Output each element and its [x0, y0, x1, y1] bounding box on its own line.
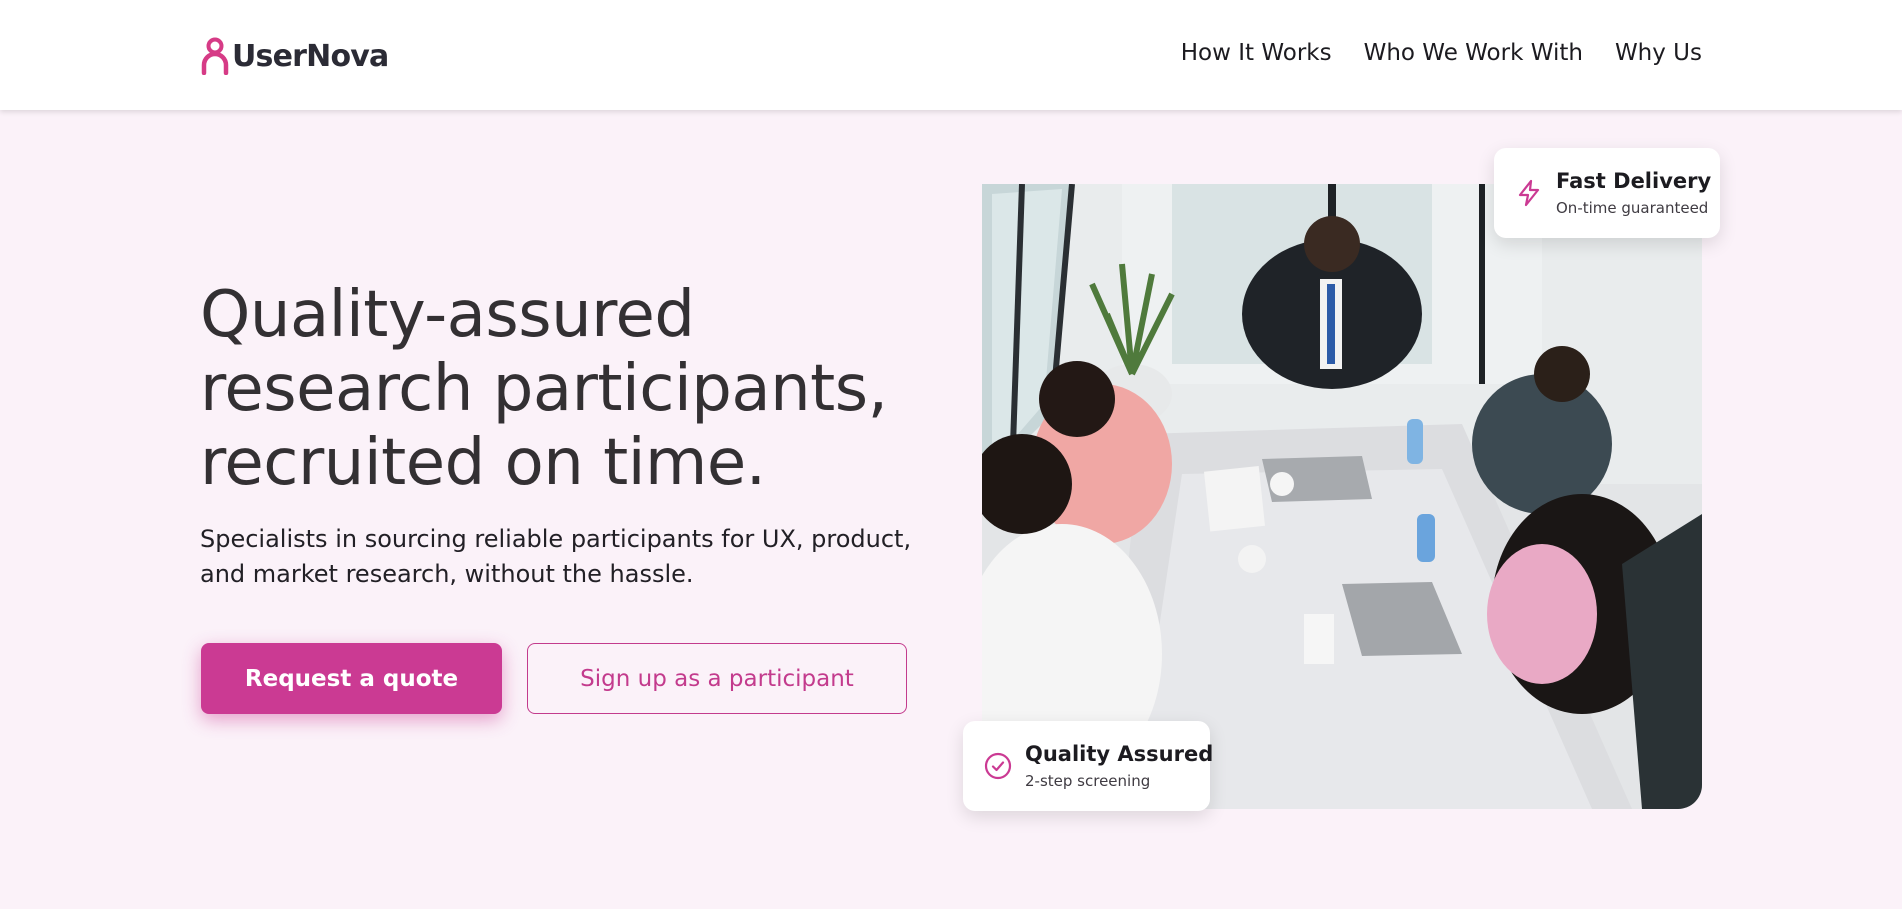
fast-delivery-badge: Fast Delivery On-time guaranteed [1494, 148, 1720, 238]
lightning-icon [1518, 179, 1540, 207]
site-header: UserNova How It Works Who We Work With W… [0, 0, 1902, 110]
person-icon [201, 37, 229, 75]
check-circle-icon [984, 752, 1012, 780]
quality-assured-subtitle: 2-step screening [1025, 772, 1151, 790]
nav-why-us[interactable]: Why Us [1615, 40, 1702, 66]
brand-name: UserNova [232, 38, 389, 74]
fast-delivery-title: Fast Delivery [1556, 169, 1712, 193]
quality-assured-badge: Quality Assured 2-step screening [963, 721, 1214, 811]
brand-logo[interactable]: UserNova [200, 36, 389, 76]
participant-signup-button[interactable]: Sign up as a participant [527, 643, 907, 714]
request-quote-button[interactable]: Request a quote [201, 643, 502, 714]
fast-delivery-subtitle: On-time guaranteed [1556, 199, 1709, 217]
nav-how-it-works[interactable]: How It Works [1181, 40, 1332, 66]
main-nav: How It Works Who We Work With Why Us [1181, 40, 1702, 66]
hero-subtitle: Specialists in sourcing reliable partici… [200, 525, 912, 588]
nav-who-we-work-with[interactable]: Who We Work With [1364, 40, 1583, 66]
team-meeting-photo [982, 184, 1702, 809]
quality-assured-title: Quality Assured [1025, 742, 1214, 766]
hero-title: Quality-assured research participants, r… [200, 278, 888, 500]
